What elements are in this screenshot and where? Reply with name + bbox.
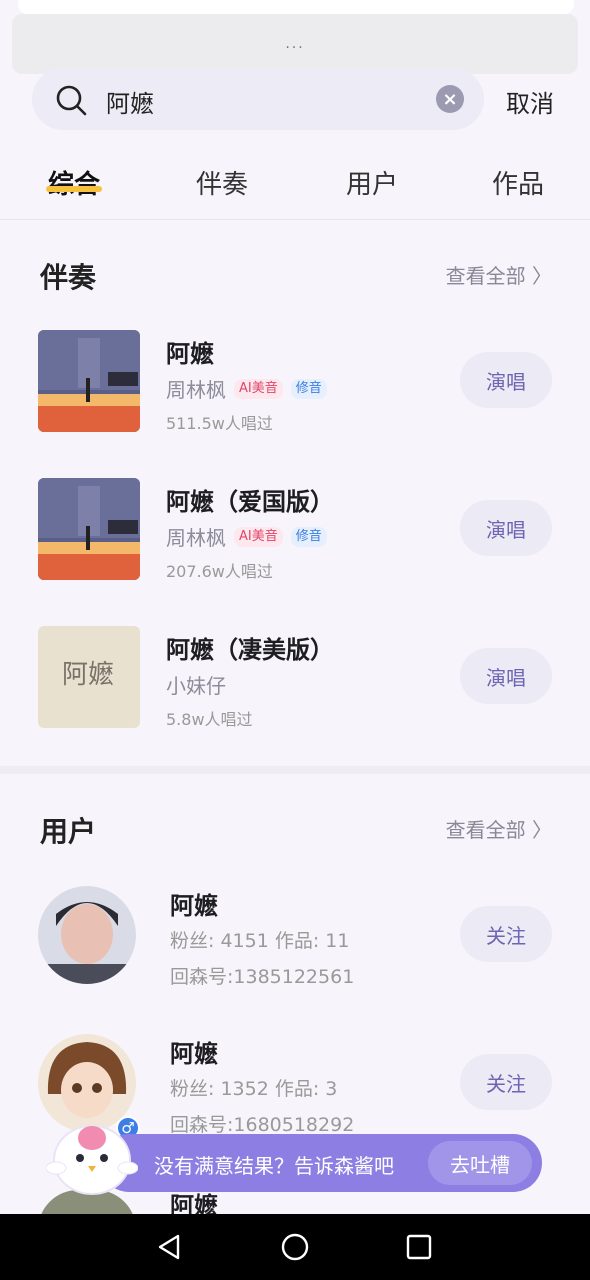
ai-voice-badge: AI美音	[234, 378, 283, 399]
section-title: 伴奏	[40, 261, 97, 294]
song-cover	[38, 330, 140, 432]
search-input[interactable]: 阿嬷 ×	[32, 68, 484, 130]
user-id: 回森号:1680518292	[170, 1114, 355, 1136]
tab-users[interactable]: 用户	[346, 164, 398, 201]
tab-active-indicator	[46, 186, 102, 192]
song-title: 阿嬷（凄美版）	[166, 636, 334, 664]
sing-button[interactable]: 演唱	[460, 648, 552, 704]
user-stats: 粉丝: 4151 作品: 11	[170, 930, 350, 952]
song-title: 阿嬷（爱国版）	[166, 488, 334, 516]
tune-badge: 修音	[290, 526, 327, 547]
feedback-button[interactable]: 去吐槽	[428, 1141, 532, 1185]
song-artist-line: 周林枫 AI美音 修音	[166, 374, 327, 403]
system-nav-bar	[0, 1214, 590, 1280]
user-id: 回森号:1385122561	[170, 966, 355, 988]
song-artist: 小妹仔	[166, 674, 226, 698]
sing-button[interactable]: 演唱	[460, 352, 552, 408]
song-title: 阿嬷	[166, 340, 214, 368]
sung-count: 5.8w人唱过	[166, 710, 253, 729]
user-name: 阿嬷	[170, 892, 218, 920]
follow-button[interactable]: 关注	[460, 906, 552, 962]
search-icon	[56, 85, 87, 116]
section-title: 用户	[40, 815, 97, 848]
song-artist-line: 小妹仔	[166, 670, 226, 699]
recents-icon[interactable]	[404, 1232, 434, 1262]
ai-voice-badge: AI美音	[234, 526, 283, 547]
tab-accompaniment[interactable]: 伴奏	[196, 164, 248, 201]
song-row[interactable]: 阿嬷 周林枫 AI美音 修音 511.5w人唱过 演唱	[0, 330, 590, 440]
search-query: 阿嬷	[106, 90, 154, 118]
sung-count: 207.6w人唱过	[166, 562, 273, 581]
top-sheet	[18, 0, 574, 14]
feedback-banner[interactable]: 没有满意结果？告诉森酱吧 去吐槽	[100, 1134, 542, 1192]
tab-works[interactable]: 作品	[492, 164, 544, 201]
accompaniment-section: 伴奏 查看全部 〉 阿嬷 周林枫 AI美音 修音 511.5w人唱过 演唱 阿嬷…	[0, 222, 590, 768]
back-icon[interactable]	[154, 1232, 184, 1262]
section-divider	[0, 766, 590, 774]
tab-all[interactable]: 综合	[48, 164, 100, 201]
song-cover	[38, 478, 140, 580]
feedback-text: 没有满意结果？告诉森酱吧	[154, 1154, 394, 1178]
song-row[interactable]: 阿嬷（爱国版） 周林枫 AI美音 修音 207.6w人唱过 演唱	[0, 478, 590, 588]
drag-handle-dots: ...	[285, 36, 305, 52]
clear-icon[interactable]: ×	[436, 85, 464, 113]
user-name: 阿嬷	[170, 1040, 218, 1068]
user-row[interactable]: 阿嬷 粉丝: 4151 作品: 11 回森号:1385122561 关注	[0, 886, 590, 1016]
search-row: 阿嬷 × 取消	[0, 66, 590, 136]
drag-handle[interactable]: ...	[12, 14, 578, 74]
see-all-accompaniment-link[interactable]: 查看全部 〉	[446, 260, 552, 289]
cover-text: 阿嬷	[62, 660, 115, 690]
user-stats: 粉丝: 1352 作品: 3	[170, 1078, 338, 1100]
home-icon[interactable]	[280, 1232, 310, 1262]
song-cover: 阿嬷	[38, 626, 140, 728]
song-artist-line: 周林枫 AI美音 修音	[166, 522, 327, 551]
tab-bar: 综合 伴奏 用户 作品	[0, 150, 590, 220]
mascot-icon	[46, 1125, 138, 1195]
see-all-users-link[interactable]: 查看全部 〉	[446, 814, 552, 843]
avatar	[38, 886, 136, 984]
song-artist: 周林枫	[166, 378, 226, 402]
tune-badge: 修音	[290, 378, 327, 399]
sing-button[interactable]: 演唱	[460, 500, 552, 556]
follow-button[interactable]: 关注	[460, 1054, 552, 1110]
song-row[interactable]: 阿嬷 阿嬷（凄美版） 小妹仔 5.8w人唱过 演唱	[0, 626, 590, 736]
cancel-button[interactable]: 取消	[506, 84, 554, 119]
sung-count: 511.5w人唱过	[166, 414, 273, 433]
song-artist: 周林枫	[166, 526, 226, 550]
